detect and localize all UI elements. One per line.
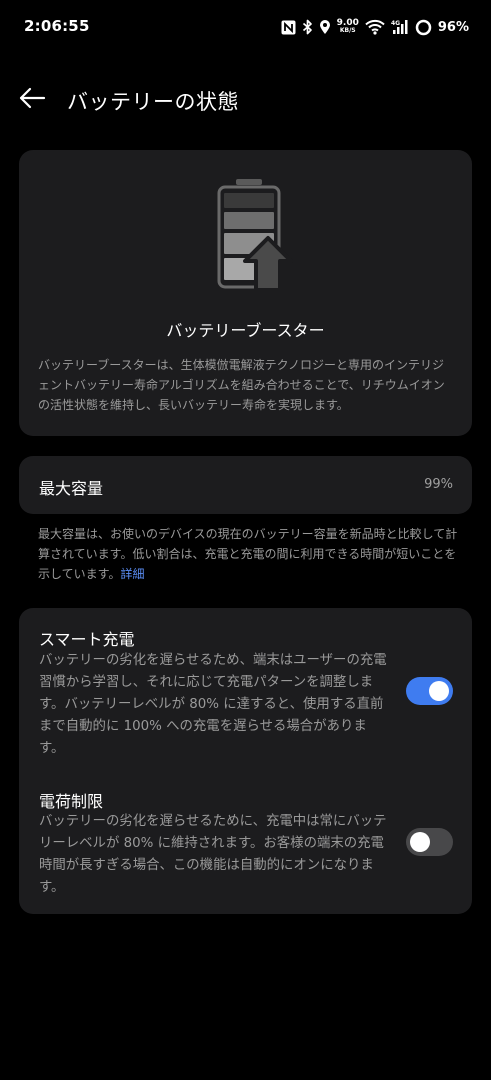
page-title: バッテリーの状態	[67, 90, 239, 114]
capacity-note-text: 最大容量は、お使いのデバイスの現在のバッテリー容量を新品時と比較して計算されてい…	[38, 527, 458, 581]
svg-text:4G: 4G	[391, 20, 400, 27]
net-speed-value: 9.00	[336, 18, 359, 28]
nfc-icon	[281, 20, 296, 35]
charging-settings-card: スマート充電 バッテリーの劣化を遅らせるため、端末はユーザーの充電習慣から学習し…	[19, 608, 472, 914]
net-speed: 9.00 KB/S	[337, 19, 359, 35]
status-bar: 2:06:55 9.00 KB/S 4G 96%	[0, 0, 491, 56]
details-link[interactable]: 詳細	[120, 567, 144, 581]
battery-percent: 96%	[437, 19, 469, 35]
status-time: 2:06:55	[24, 17, 90, 35]
battery-ring-icon	[415, 19, 432, 36]
booster-description: バッテリーブースターは、生体模倣電解液テクノロジーと専用のインテリジェントバッテ…	[38, 358, 445, 412]
booster-title: バッテリーブースター	[166, 321, 325, 340]
smart-charging-title: スマート充電	[39, 630, 135, 649]
toggle-knob	[429, 681, 449, 701]
smart-charging-toggle[interactable]	[406, 677, 453, 705]
back-button[interactable]	[14, 82, 50, 118]
charge-limit-description: バッテリーの劣化を遅らせるために、充電中は常にバッテリーレベルが 80% に維持…	[39, 814, 387, 895]
toggle-knob	[410, 832, 430, 852]
charge-limit-title: 電荷制限	[39, 792, 104, 811]
status-icons: 9.00 KB/S 4G 96%	[281, 16, 469, 38]
max-capacity-card: 最大容量 99%	[19, 456, 472, 514]
signal-4g-icon: 4G	[391, 19, 409, 35]
max-capacity-label: 最大容量	[39, 479, 104, 498]
location-icon	[319, 19, 331, 35]
battery-booster-icon	[216, 176, 296, 294]
charge-limit-toggle[interactable]	[406, 828, 453, 856]
max-capacity-value: 99%	[424, 477, 453, 492]
smart-charging-description: バッテリーの劣化を遅らせるため、端末はユーザーの充電習慣から学習し、それに応じて…	[39, 653, 387, 756]
bluetooth-icon	[302, 19, 313, 35]
back-arrow-icon	[18, 87, 46, 113]
wifi-icon	[365, 19, 385, 35]
net-speed-unit: KB/S	[339, 27, 356, 34]
battery-booster-card: バッテリーブースター バッテリーブースターは、生体模倣電解液テクノロジーと専用の…	[19, 150, 472, 436]
capacity-note: 最大容量は、お使いのデバイスの現在のバッテリー容量を新品時と比較して計算されてい…	[38, 524, 458, 584]
